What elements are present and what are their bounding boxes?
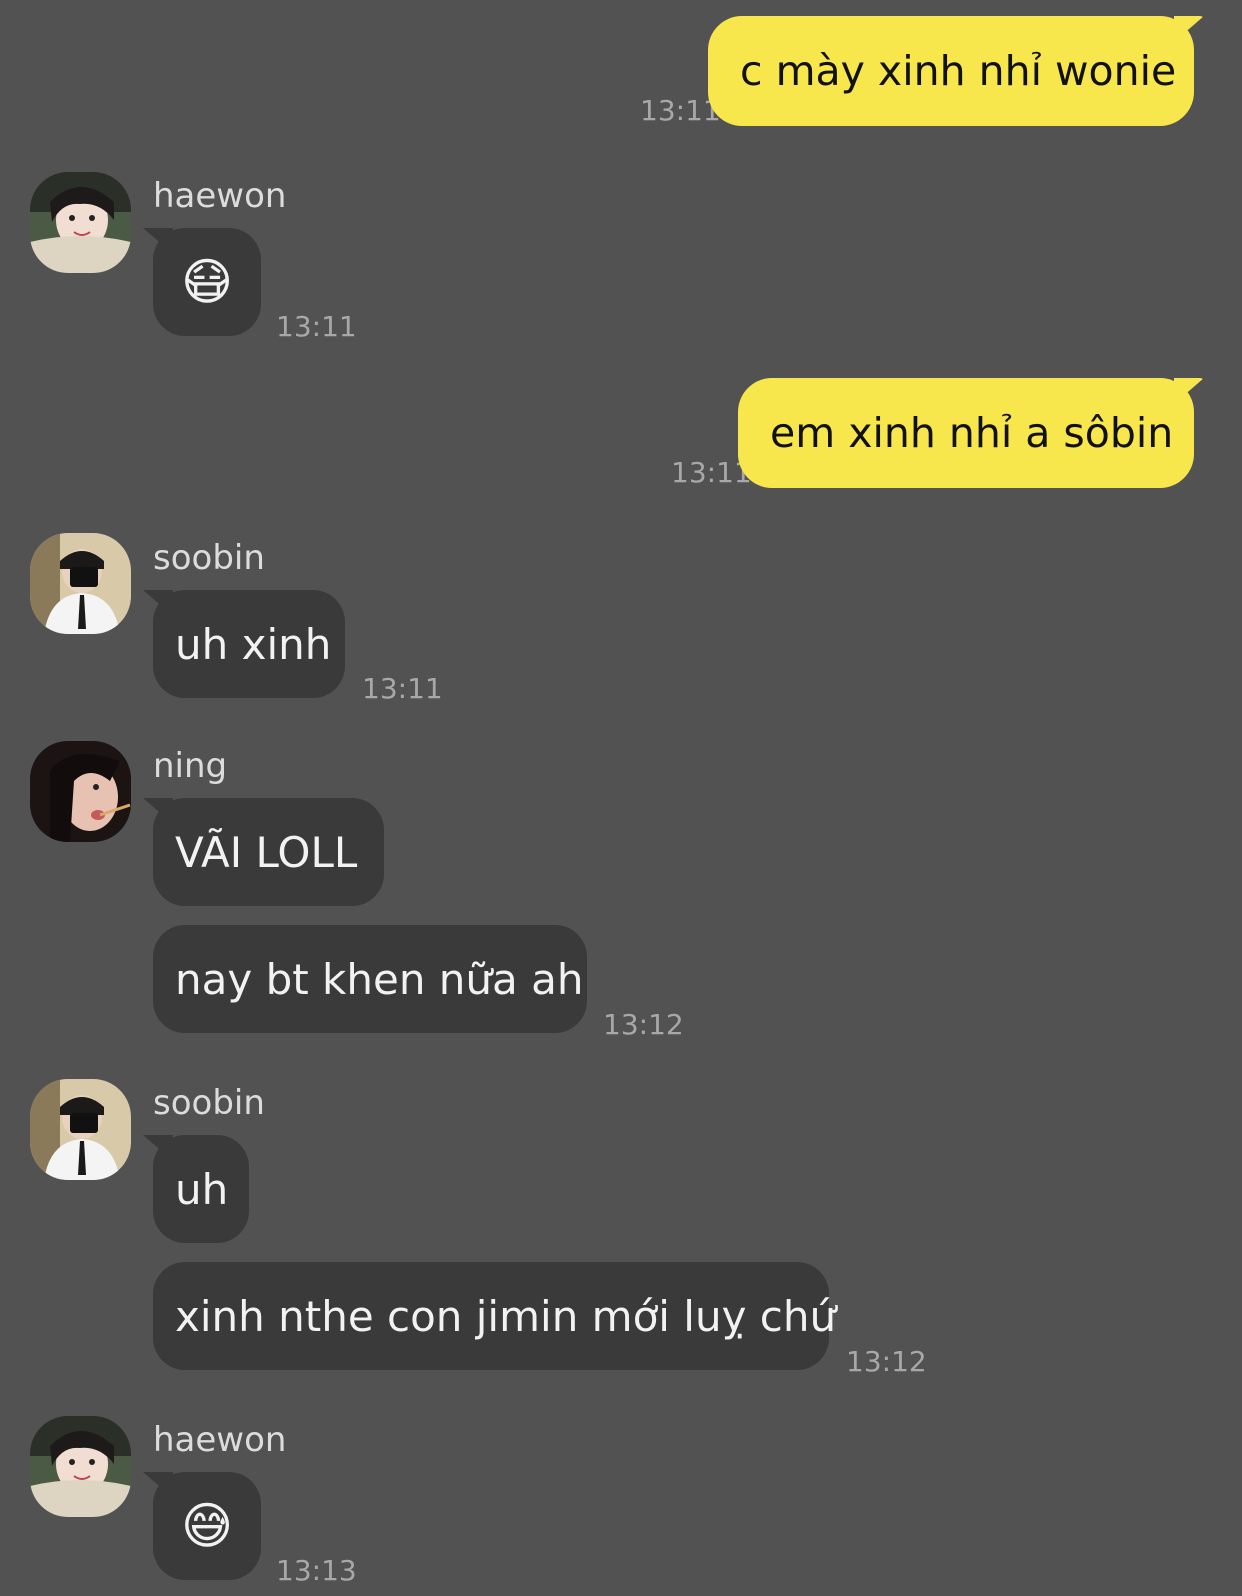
sweat-smile-emoji: 😅 (180, 1497, 234, 1555)
sender-name: soobin (153, 1083, 265, 1123)
avatar-photo-icon (30, 1416, 131, 1517)
message-time: 13:12 (603, 1008, 684, 1041)
incoming-message-bubble[interactable]: nay bt khen nữa ah (153, 925, 587, 1033)
chat-log: 13:11 c mày xinh nhỉ wonie haewon 😷 13:1… (0, 0, 1242, 1596)
incoming-message-bubble[interactable]: xinh nthe con jimin mới luỵ chứ (153, 1262, 836, 1370)
ning-avatar[interactable] (30, 741, 131, 842)
incoming-message-bubble[interactable]: VÃI LOLL (153, 798, 384, 906)
incoming-message-bubble[interactable]: 😷 (153, 228, 261, 336)
message-time: 13:12 (846, 1345, 927, 1378)
avatar-photo-icon (30, 1079, 131, 1180)
message-time: 13:11 (276, 310, 357, 343)
sender-name: soobin (153, 538, 265, 578)
sender-name: haewon (153, 176, 287, 216)
sender-name: ning (153, 746, 228, 786)
haewon-avatar[interactable] (30, 1416, 131, 1517)
message-time: 13:13 (276, 1554, 357, 1587)
avatar-photo-icon (30, 172, 131, 273)
outgoing-message-bubble[interactable]: c mày xinh nhỉ wonie (708, 16, 1194, 126)
soobin-avatar[interactable] (30, 533, 131, 634)
soobin-avatar[interactable] (30, 1079, 131, 1180)
outgoing-message-bubble[interactable]: em xinh nhỉ a sôbin (738, 378, 1194, 488)
incoming-message-bubble[interactable]: uh xinh (153, 590, 345, 698)
incoming-message-bubble[interactable]: uh (153, 1135, 249, 1243)
sender-name: haewon (153, 1420, 287, 1460)
avatar-photo-icon (30, 533, 131, 634)
incoming-message-bubble[interactable]: 😅 (153, 1472, 261, 1580)
mask-face-emoji: 😷 (180, 253, 234, 311)
avatar-photo-icon (30, 741, 131, 842)
haewon-avatar[interactable] (30, 172, 131, 273)
message-time: 13:11 (362, 672, 443, 705)
